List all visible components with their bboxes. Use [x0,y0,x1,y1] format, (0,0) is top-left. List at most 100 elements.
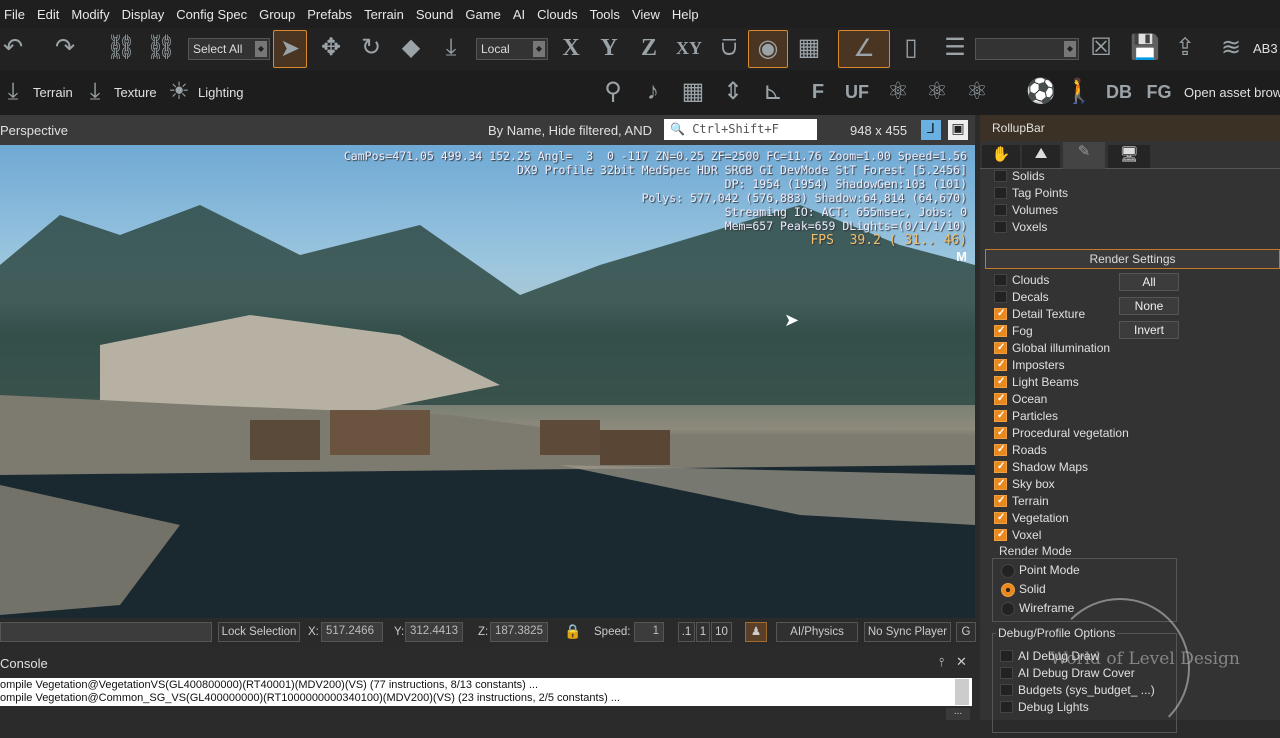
layer-list-icon[interactable]: ☰ [938,28,972,68]
none-button[interactable]: None [1119,297,1179,315]
3d-viewport[interactable]: CamPos=471.05 499.34 152.25 Angl= 3 0 -1… [0,145,975,618]
checkbox[interactable] [1000,650,1013,662]
render-setting-item[interactable]: Decals [1012,290,1049,304]
checkbox[interactable] [994,393,1007,405]
z-coordinate-input[interactable]: 187.3825 [490,622,548,642]
render-setting-item[interactable]: Fog [1012,324,1033,338]
menu-view[interactable]: View [628,7,668,22]
export-icon[interactable]: ⇪ [1168,28,1202,68]
link-icon[interactable]: ⛓ [104,28,138,68]
pin-icon[interactable]: ⫯ [939,655,944,670]
axis-xy-button[interactable]: XY [672,28,706,68]
render-setting-item[interactable]: Clouds [1012,273,1049,287]
render-setting-item[interactable]: Procedural vegetation [1012,426,1129,440]
speed-preset[interactable]: 10 [711,622,732,642]
checkbox[interactable] [994,427,1007,439]
checkbox[interactable] [994,291,1007,303]
render-mode-option[interactable]: Wireframe [1019,601,1074,615]
checkbox[interactable] [994,342,1007,354]
menu-help[interactable]: Help [668,7,707,22]
g-button[interactable]: G [956,622,976,642]
checkbox[interactable] [994,529,1007,541]
radio-button[interactable] [1001,602,1015,616]
db-button[interactable]: DB [1102,72,1136,112]
render-setting-item[interactable]: Particles [1012,409,1058,423]
radio-button[interactable] [1001,564,1015,578]
checkbox[interactable] [994,376,1007,388]
axis-x-button[interactable]: X [554,28,588,68]
render-setting-item[interactable]: Light Beams [1012,375,1079,389]
console-output[interactable]: ompile Vegetation@VegetationVS(GL4008000… [0,678,972,706]
undo-icon[interactable]: ↶ [0,28,30,68]
grid-object-icon[interactable]: ▦ [676,72,710,112]
checkbox[interactable] [1000,701,1013,713]
axis-z-button[interactable]: Z [632,28,666,68]
menu-config-spec[interactable]: Config Spec [172,7,255,22]
render-setting-item[interactable]: Imposters [1012,358,1065,372]
align-normal-icon[interactable]: ⊾ [756,72,790,112]
invert-button[interactable]: Invert [1119,321,1179,339]
player-icon[interactable]: ♟ [745,622,767,642]
physics-icon[interactable]: ♪ [636,72,670,112]
render-setting-item[interactable]: Shadow Maps [1012,460,1088,474]
menu-clouds[interactable]: Clouds [533,7,585,22]
axis-gizmo-icon[interactable]: ⅃ [921,120,941,140]
render-setting-item[interactable]: Vegetation [1012,511,1069,525]
menu-tools[interactable]: Tools [586,7,628,22]
display-item[interactable]: Voxels [1012,220,1047,234]
delete-layer-icon[interactable]: ☒ [1084,28,1118,68]
checkbox[interactable] [994,461,1007,473]
display-item[interactable]: Solids [1012,169,1045,183]
speed-preset[interactable]: .1 [678,622,695,642]
select-tool-icon[interactable]: ➤ [273,30,307,68]
menu-file[interactable]: File [0,7,33,22]
lighting-button[interactable]: Lighting [198,85,244,100]
ai-physics-button[interactable]: AI/Physics [776,622,858,642]
unfreeze-button[interactable]: UF [840,72,874,112]
coord-system-select[interactable]: Local ◆ [476,38,548,60]
terrain-import-icon[interactable]: ⤓ [0,72,30,112]
rotate-icon[interactable]: ↻ [354,28,388,68]
menu-display[interactable]: Display [118,7,173,22]
lock-selection-button[interactable]: Lock Selection [218,622,300,642]
layer-select[interactable]: ◆ [975,38,1079,60]
modify-tab-icon[interactable]: ✎ [1063,142,1105,169]
render-mode-option[interactable]: Point Mode [1019,563,1080,577]
unlink-icon[interactable]: ⛓ [144,28,178,68]
move-icon[interactable]: ✥ [314,28,348,68]
checkbox[interactable] [994,325,1007,337]
terrain-snap-icon[interactable]: ⩂ [712,28,746,68]
menu-sound[interactable]: Sound [412,7,462,22]
display-item[interactable]: Volumes [1012,203,1058,217]
snap-to-object-icon[interactable]: ⤓ [434,28,468,68]
console-scrollbar[interactable] [955,679,969,705]
checkbox[interactable] [994,359,1007,371]
render-setting-item[interactable]: Global illumination [1012,341,1110,355]
checkbox[interactable] [994,187,1007,199]
objects-tab-icon[interactable]: ✋ [982,145,1020,168]
sun-icon[interactable]: ☀ [162,72,196,112]
speed-input[interactable]: 1 [634,622,664,642]
freeze-button[interactable]: F [801,72,835,112]
menu-group[interactable]: Group [255,7,303,22]
y-coordinate-input[interactable]: 312.4413 [405,622,463,642]
checkbox[interactable] [1000,684,1013,696]
menu-terrain[interactable]: Terrain [360,7,412,22]
no-sync-player-button[interactable]: No Sync Player [864,622,951,642]
checkbox[interactable] [994,512,1007,524]
atom-down-icon[interactable]: ⚛ [920,72,954,112]
redo-icon[interactable]: ↷ [48,28,82,68]
render-setting-item[interactable]: Voxel [1012,528,1041,542]
console-more-button[interactable]: ... [946,707,970,720]
all-button[interactable]: All [1119,273,1179,291]
render-setting-item[interactable]: Roads [1012,443,1047,457]
character-icon[interactable]: 🚶 [1062,72,1096,112]
scale-icon[interactable]: ◆ [394,28,428,68]
texture-import-icon[interactable]: ⤓ [78,72,112,112]
align-height-icon[interactable]: ⇕ [716,72,750,112]
close-icon[interactable]: ✕ [956,654,967,670]
radio-button[interactable] [1001,583,1015,597]
menu-edit[interactable]: Edit [33,7,67,22]
selection-filter-select[interactable]: Select All ◆ [188,38,270,60]
checkbox[interactable] [994,221,1007,233]
